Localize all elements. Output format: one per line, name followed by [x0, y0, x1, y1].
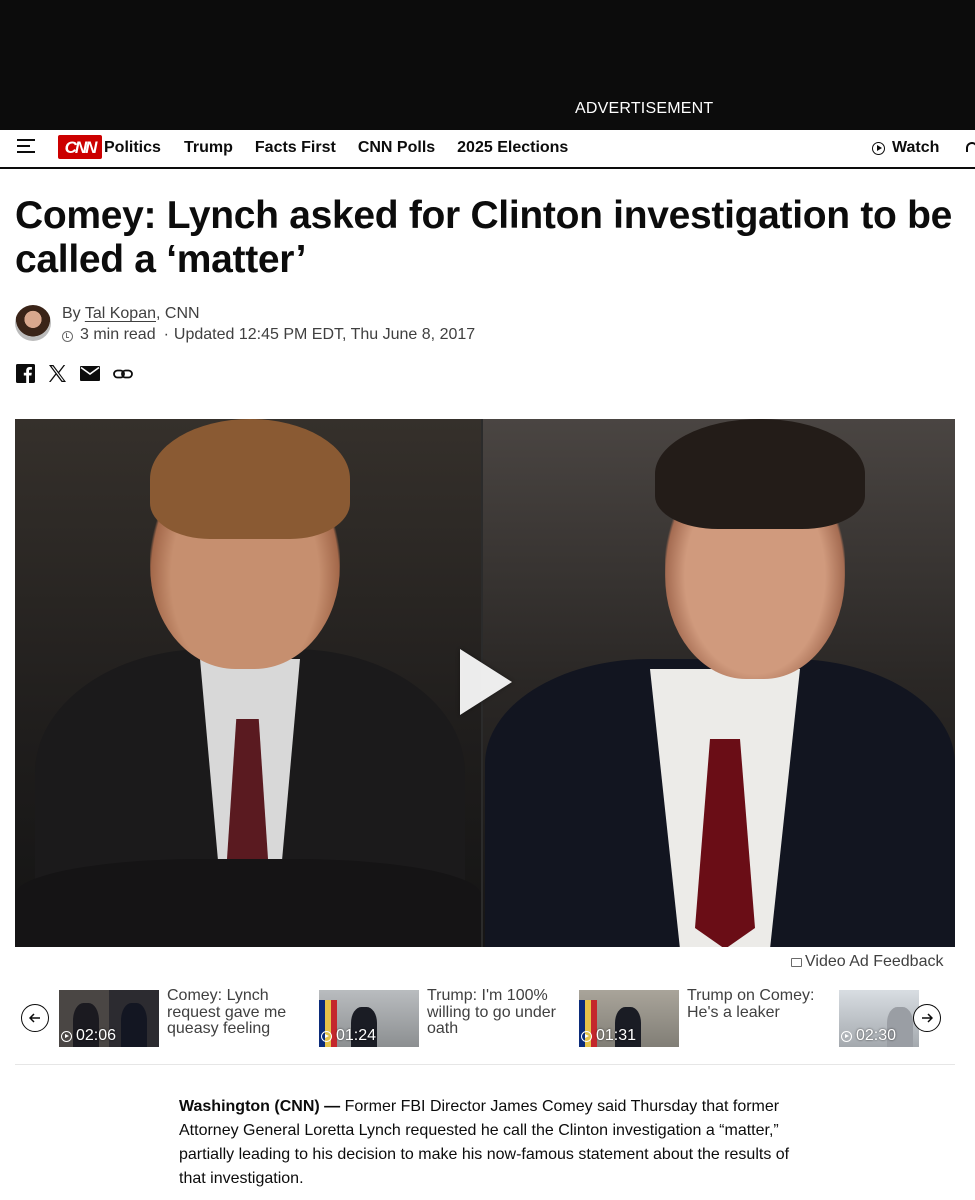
video-duration: 01:31	[581, 1027, 636, 1045]
play-circle-icon	[841, 1030, 852, 1042]
carousel-card-title: Comey: Lynch request gave me queasy feel…	[167, 987, 287, 1037]
x-icon[interactable]	[48, 364, 67, 383]
video-thumbnail: 01:31	[579, 990, 679, 1047]
play-circle-icon	[61, 1030, 72, 1042]
divider	[15, 1064, 955, 1065]
email-icon[interactable]	[80, 366, 100, 381]
arrow-right-icon	[922, 1013, 933, 1023]
carousel-card-title: Trump on Comey: He's a leaker	[687, 987, 815, 1021]
carousel-card-title: Trump: I'm 100% willing to go under oath	[427, 987, 556, 1037]
video-ad-feedback[interactable]: Video Ad Feedback	[791, 953, 943, 971]
dateline: Washington (CNN) —	[179, 1098, 341, 1115]
nav-links: Trump Facts First CNN Polls 2025 Electio…	[184, 139, 568, 157]
feedback-icon	[791, 957, 802, 967]
advertisement-banner[interactable]: ADVERTISEMENT	[0, 0, 975, 130]
video-carousel: 02:06 Comey: Lynch request gave me queas…	[15, 985, 955, 1050]
carousel-prev-button[interactable]	[21, 1004, 49, 1032]
read-time: 3 min read	[80, 326, 156, 343]
author-link[interactable]: Tal Kopan	[85, 305, 156, 322]
video-thumbnail: 01:24	[319, 990, 419, 1047]
cnn-logo-mark: CNN	[58, 135, 102, 159]
byline-prefix: By	[62, 305, 81, 322]
logo-text: CNN	[65, 138, 99, 157]
video-player[interactable]	[15, 419, 955, 947]
article-lede: Washington (CNN) — Former FBI Director J…	[179, 1095, 809, 1191]
play-circle-icon	[872, 141, 885, 155]
video-duration: 02:06	[61, 1027, 116, 1045]
nav-link-2025-elections[interactable]: 2025 Elections	[457, 139, 568, 157]
nav-link-trump[interactable]: Trump	[184, 139, 233, 157]
carousel-card[interactable]: 02:30	[839, 990, 919, 1047]
nav-section-politics[interactable]: Politics	[104, 139, 161, 157]
top-navigation: CNN Politics Trump Facts First CNN Polls…	[0, 130, 975, 169]
author-avatar[interactable]	[15, 305, 51, 341]
video-duration: 01:24	[321, 1027, 376, 1045]
share-bar	[16, 364, 133, 383]
play-icon[interactable]	[460, 649, 512, 715]
byline-source: , CNN	[156, 305, 200, 322]
article-headline: Comey: Lynch asked for Clinton investiga…	[15, 194, 952, 281]
play-circle-icon	[321, 1030, 332, 1042]
facebook-icon[interactable]	[16, 364, 35, 383]
updated-timestamp: Updated 12:45 PM EDT, Thu June 8, 2017	[173, 326, 476, 343]
watch-label: Watch	[892, 139, 940, 156]
ad-feedback-label: Video Ad Feedback	[805, 953, 944, 970]
video-thumbnail: 02:30	[839, 990, 919, 1047]
carousel-next-button[interactable]	[913, 1004, 941, 1032]
video-duration: 02:30	[841, 1027, 896, 1045]
cnn-logo[interactable]: CNN	[58, 135, 102, 159]
byline: By Tal Kopan, CNN	[62, 305, 200, 323]
clock-icon	[62, 330, 73, 342]
menu-icon[interactable]	[17, 139, 35, 153]
link-icon[interactable]	[113, 367, 133, 381]
watch-button[interactable]: Watch	[872, 139, 939, 157]
article-meta: 3 min read · Updated 12:45 PM EDT, Thu J…	[62, 326, 475, 344]
video-thumbnail: 02:06	[59, 990, 159, 1047]
arrow-left-icon	[29, 1013, 40, 1023]
nav-link-facts-first[interactable]: Facts First	[255, 139, 336, 157]
advertisement-label: ADVERTISEMENT	[575, 100, 714, 117]
meta-separator: ·	[163, 326, 169, 343]
video-frame-left	[15, 419, 481, 947]
play-circle-icon	[581, 1030, 592, 1042]
nav-link-cnn-polls[interactable]: CNN Polls	[358, 139, 435, 157]
headphones-icon[interactable]	[966, 142, 975, 152]
